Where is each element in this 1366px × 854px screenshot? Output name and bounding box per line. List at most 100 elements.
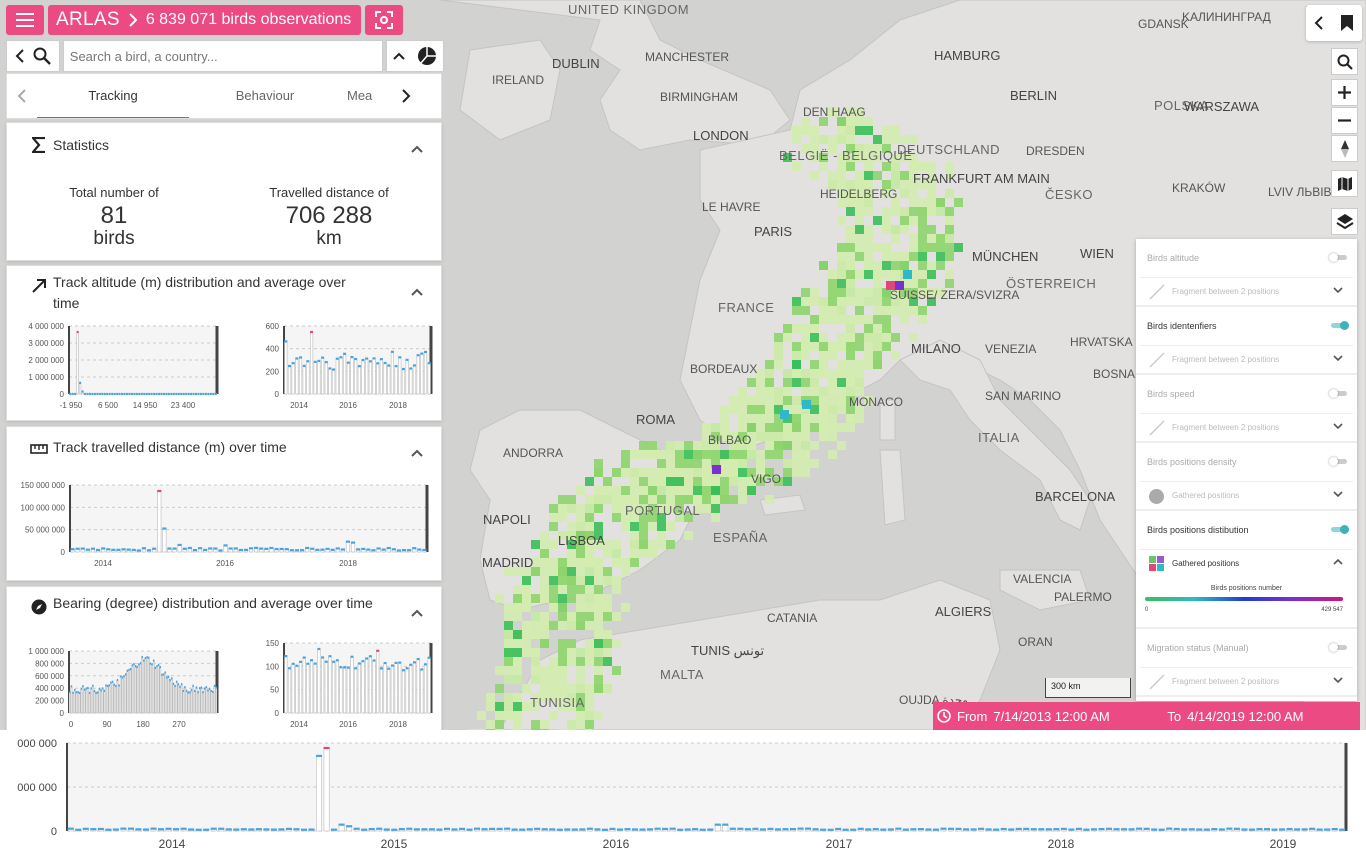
bar [174,685,176,714]
bar [110,682,112,714]
layers-button[interactable] [1331,208,1358,235]
heat-cell [720,450,729,459]
heat-cell [594,468,603,477]
heat-cell [783,423,792,432]
heat-cell [792,324,801,333]
search-icon[interactable] [33,47,51,65]
layer-toggle[interactable] [1331,525,1349,534]
y-tick-label: 600 [266,322,280,331]
bookmark-icon[interactable] [1340,14,1354,32]
heat-cell [513,693,522,702]
menu-button[interactable] [6,5,44,35]
heat-cell [936,207,945,216]
heat-cell [702,495,711,504]
heat-cell [720,414,729,423]
layer-style-selector[interactable]: Gathered positions [1140,549,1353,577]
trending-up-arrow-icon [32,279,46,293]
heat-cell [576,648,585,657]
layer-style-selector[interactable]: Fragment between 2 positions [1140,345,1353,373]
bearing-over-time-chart[interactable]: 150 100 50 0 2014 2016 2018 [229,639,439,735]
heat-cell-hot [903,270,912,279]
heat-cell [657,486,666,495]
tab-scroll-right[interactable] [391,74,421,118]
layer-style-label: Gathered positions [1172,491,1240,500]
layer-toggle[interactable] [1329,643,1347,652]
heat-cell [828,450,837,459]
chevron-up-icon[interactable] [411,449,423,457]
heat-cell [837,387,846,396]
chevron-up-icon[interactable] [393,51,405,61]
layer-style-selector[interactable]: Fragment between 2 positions [1140,667,1353,695]
layer-toggle[interactable] [1331,321,1349,330]
heat-cell [576,567,585,576]
bar [101,688,104,714]
bearing-distribution-chart[interactable]: 1 000 000 800 000 600 000 400 000 200 000 00 9… [7,639,222,735]
heat-cell [765,432,774,441]
pie-chart-icon[interactable] [417,46,437,66]
compass-reset-button[interactable] [1331,135,1358,162]
layer-style-selector[interactable]: Fragment between 2 positions [1140,277,1353,305]
heat-cell [504,639,513,648]
y-tick-label: 0 [60,390,65,399]
focus-button[interactable] [365,5,404,35]
heat-cell [945,216,954,225]
chevron-up-icon[interactable] [411,288,423,296]
layer-toggle[interactable] [1329,389,1347,398]
center-focus-icon [375,11,394,29]
tab-tracking[interactable]: Tracking [37,74,189,118]
from-date[interactable]: 7/14/2013 12:00 AM [993,709,1167,724]
heat-cell [774,333,783,342]
map-search-button[interactable] [1331,48,1358,75]
total-label: Total number of [69,185,159,200]
heat-cell [864,162,873,171]
heat-cell [558,657,567,666]
y-tick-label: 1 000 000 [28,373,64,382]
layer-toggle[interactable] [1329,253,1347,262]
heat-cell [603,639,612,648]
sigma-icon [32,137,45,153]
bar [68,691,71,714]
heat-cell [495,684,504,693]
heat-cell [576,675,585,684]
tab-scroll-left[interactable] [7,74,37,118]
layer-toggle[interactable] [1329,457,1347,466]
heat-cell [513,630,522,639]
timeline-histogram[interactable]: 000 000 000 000 0 2014 2015 2016 2017 2018 2019 [0,730,1366,854]
app-title-box[interactable]: ARLAS 6 839 071 birds observations [48,5,362,35]
chevron-up-icon[interactable] [411,609,423,617]
chevron-left-icon[interactable] [15,49,25,63]
distance-over-time-chart[interactable]: 150 000 000 100 000 000 50 000 000 0 2014 201… [7,477,441,577]
heat-cell [495,720,504,729]
search-input[interactable] [62,40,384,72]
heat-cell [684,486,693,495]
time-range-bar[interactable]: From 7/14/2013 12:00 AM To 4/14/2019 12:… [933,702,1360,730]
search-icon [1337,54,1353,70]
heat-cell [945,162,954,171]
tab-measures[interactable]: Mea [341,74,391,118]
heat-cell [630,549,639,558]
heat-cell [738,477,747,486]
bar [190,689,193,714]
to-date[interactable]: 4/14/2019 12:00 AM [1187,709,1303,724]
heat-cell [594,648,603,657]
tab-behaviour[interactable]: Behaviour [189,74,341,118]
heat-cell [900,171,909,180]
heat-cell [639,441,648,450]
altitude-distribution-chart[interactable]: 4 000 000 3 000 000 2 000 000 1 000 000 0 -1 … [7,318,222,416]
chevron-up-icon[interactable] [411,145,423,153]
layer-style-selector[interactable]: Gathered positions [1140,481,1353,509]
zoom-out-button[interactable] [1331,107,1358,134]
bar [306,663,310,714]
heat-cell [540,585,549,594]
altitude-over-time-chart[interactable]: 600 400 200 0 2014 2016 2018 [229,318,439,416]
zoom-in-button[interactable] [1331,79,1358,106]
heat-cell [693,468,702,477]
layer-style-selector[interactable]: Fragment between 2 positions [1140,413,1353,441]
chevron-left-icon[interactable] [1314,16,1324,30]
bar [118,685,121,714]
layer-style-label: Fragment between 2 positions [1172,287,1280,296]
heat-cell [729,396,738,405]
basemap-button[interactable] [1331,170,1358,197]
plus-icon [1338,86,1351,99]
heat-cell-hot [780,410,789,419]
